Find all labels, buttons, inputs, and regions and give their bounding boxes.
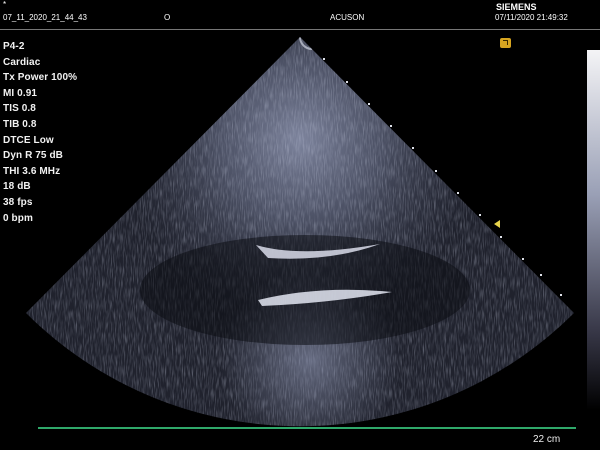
param-transducer: P4-2 <box>3 41 25 52</box>
param-dtce: DTCE Low <box>3 134 54 146</box>
param-thi: THI 3.6 MHz <box>3 165 61 177</box>
param-heart-rate: 0 bpm <box>3 212 33 224</box>
param-tib: TIB 0.8 <box>3 118 37 130</box>
param-dynamic-range: Dyn R 75 dB <box>3 150 64 162</box>
acquisition-parameters: P4-2 Cardiac Tx Power 100% MI 0.91 TIS 0… <box>3 39 113 226</box>
param-frame-rate: 38 fps <box>3 196 33 208</box>
param-mi: MI 0.91 <box>3 87 38 99</box>
param-tx-power: Tx Power 100% <box>3 72 78 84</box>
param-tis: TIS 0.8 <box>3 103 36 115</box>
param-gain: 18 dB <box>3 181 31 193</box>
frame-corner-icon <box>500 38 511 48</box>
focus-marker-icon[interactable] <box>494 220 500 228</box>
grayscale-bar <box>587 50 600 410</box>
timeline-baseline <box>38 427 576 429</box>
depth-label: 22 cm <box>533 434 561 445</box>
param-preset: Cardiac <box>3 56 41 68</box>
